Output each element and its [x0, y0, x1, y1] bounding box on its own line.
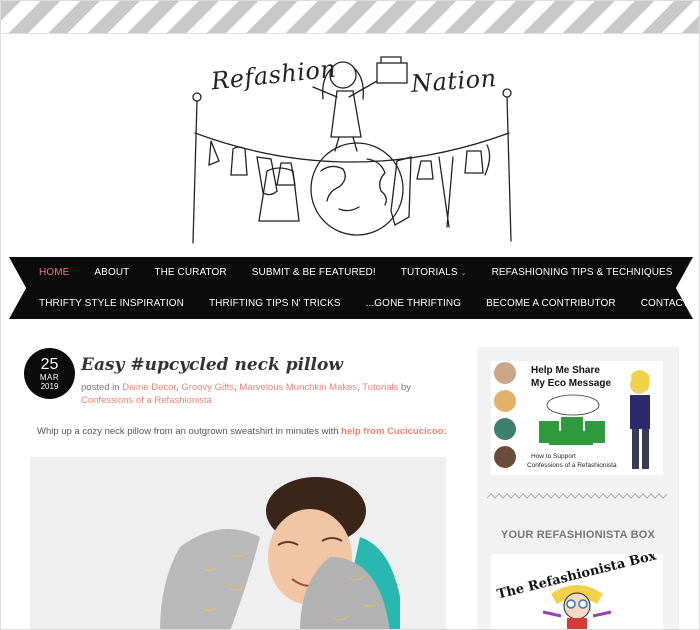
nav-item-gone-thrifting[interactable]: ...GONE THRIFTING	[366, 298, 461, 309]
category-link-marvelous-munchkin-makes[interactable]: Marvelous Munchkin Makes	[239, 382, 357, 393]
nav-item-about[interactable]: ABOUT	[94, 267, 129, 278]
eco-heading-line1: Help Me Share	[531, 365, 600, 376]
post-meta-prefix: posted in	[81, 382, 123, 393]
site-logo[interactable]: Refashion Nation	[171, 41, 541, 251]
post-date-month: MAR	[39, 373, 60, 382]
eco-caption-line2: Confessions of a Refashionista	[527, 462, 617, 469]
nav-row-primary: HOME ABOUT THE CURATOR SUBMIT & BE FEATU…	[39, 257, 698, 287]
top-stripe-border	[1, 1, 699, 34]
refashionista-box-heading: YOUR REFASHIONISTA BOX	[500, 529, 656, 541]
nav-item-thrifty-style[interactable]: THRIFTY STYLE INSPIRATION	[39, 298, 184, 309]
eco-caption-line1: How to Support	[531, 453, 576, 460]
nav-item-home[interactable]: HOME	[39, 267, 69, 278]
nav-item-submit[interactable]: SUBMIT & BE FEATURED!	[252, 267, 376, 278]
source-link[interactable]: help from Cucicucicoo:	[341, 426, 447, 437]
post-date-day: 25	[40, 356, 59, 373]
nav-item-thrifting-tips[interactable]: THRIFTING TIPS N' TRICKS	[209, 298, 341, 309]
eco-heading-line2: My Eco Message	[531, 378, 612, 389]
nav-item-become-contributor[interactable]: BECOME A CONTRIBUTOR	[486, 298, 616, 309]
post-featured-image[interactable]	[30, 457, 446, 629]
post-meta-by: by	[398, 382, 412, 393]
post-date-badge: 25 MAR 2019	[24, 348, 75, 399]
post-intro-text: Whip up a cozy neck pillow from an outgr…	[37, 426, 342, 437]
page-frame: Refashion Nation HOME ABOUT THE CURATOR …	[0, 0, 700, 630]
category-link-groovy-gifts[interactable]: Groovy Gifts	[181, 382, 234, 393]
nav-item-contact[interactable]: CONTACT	[641, 298, 689, 309]
category-link-divine-decor[interactable]: Divine Decor	[122, 382, 176, 393]
author-link[interactable]: Confessions of a Refashionista	[81, 395, 212, 406]
eco-message-banner[interactable]: Help Me Share My Eco Message How to Supp…	[491, 361, 663, 475]
post-title[interactable]: Easy #upcycled neck pillow	[81, 355, 343, 375]
post-intro: Whip up a cozy neck pillow from an outgr…	[37, 426, 447, 437]
category-link-tutorials[interactable]: Tutorials	[362, 382, 398, 393]
nav-item-tutorials-label: TUTORIALS	[400, 266, 458, 278]
post-meta: posted in Divine Decor, Groovy Gifts, Ma…	[81, 382, 412, 406]
refashionista-box-banner[interactable]: The Refashionista Box	[491, 554, 663, 629]
nav-item-refashioning-tips[interactable]: REFASHIONING TIPS & TECHNIQUES	[492, 267, 673, 278]
zigzag-divider	[487, 493, 667, 499]
nav-row-secondary: THRIFTY STYLE INSPIRATION THRIFTING TIPS…	[39, 288, 699, 318]
boy-with-neck-pillow-photo	[30, 457, 446, 629]
post-date-year: 2019	[40, 382, 59, 391]
nav-item-the-curator[interactable]: THE CURATOR	[154, 267, 226, 278]
nav-item-tutorials[interactable]: TUTORIALS ⌄	[401, 267, 467, 278]
chevron-down-icon: ⌄	[460, 269, 467, 277]
logo-text-nation: Nation	[410, 64, 498, 98]
